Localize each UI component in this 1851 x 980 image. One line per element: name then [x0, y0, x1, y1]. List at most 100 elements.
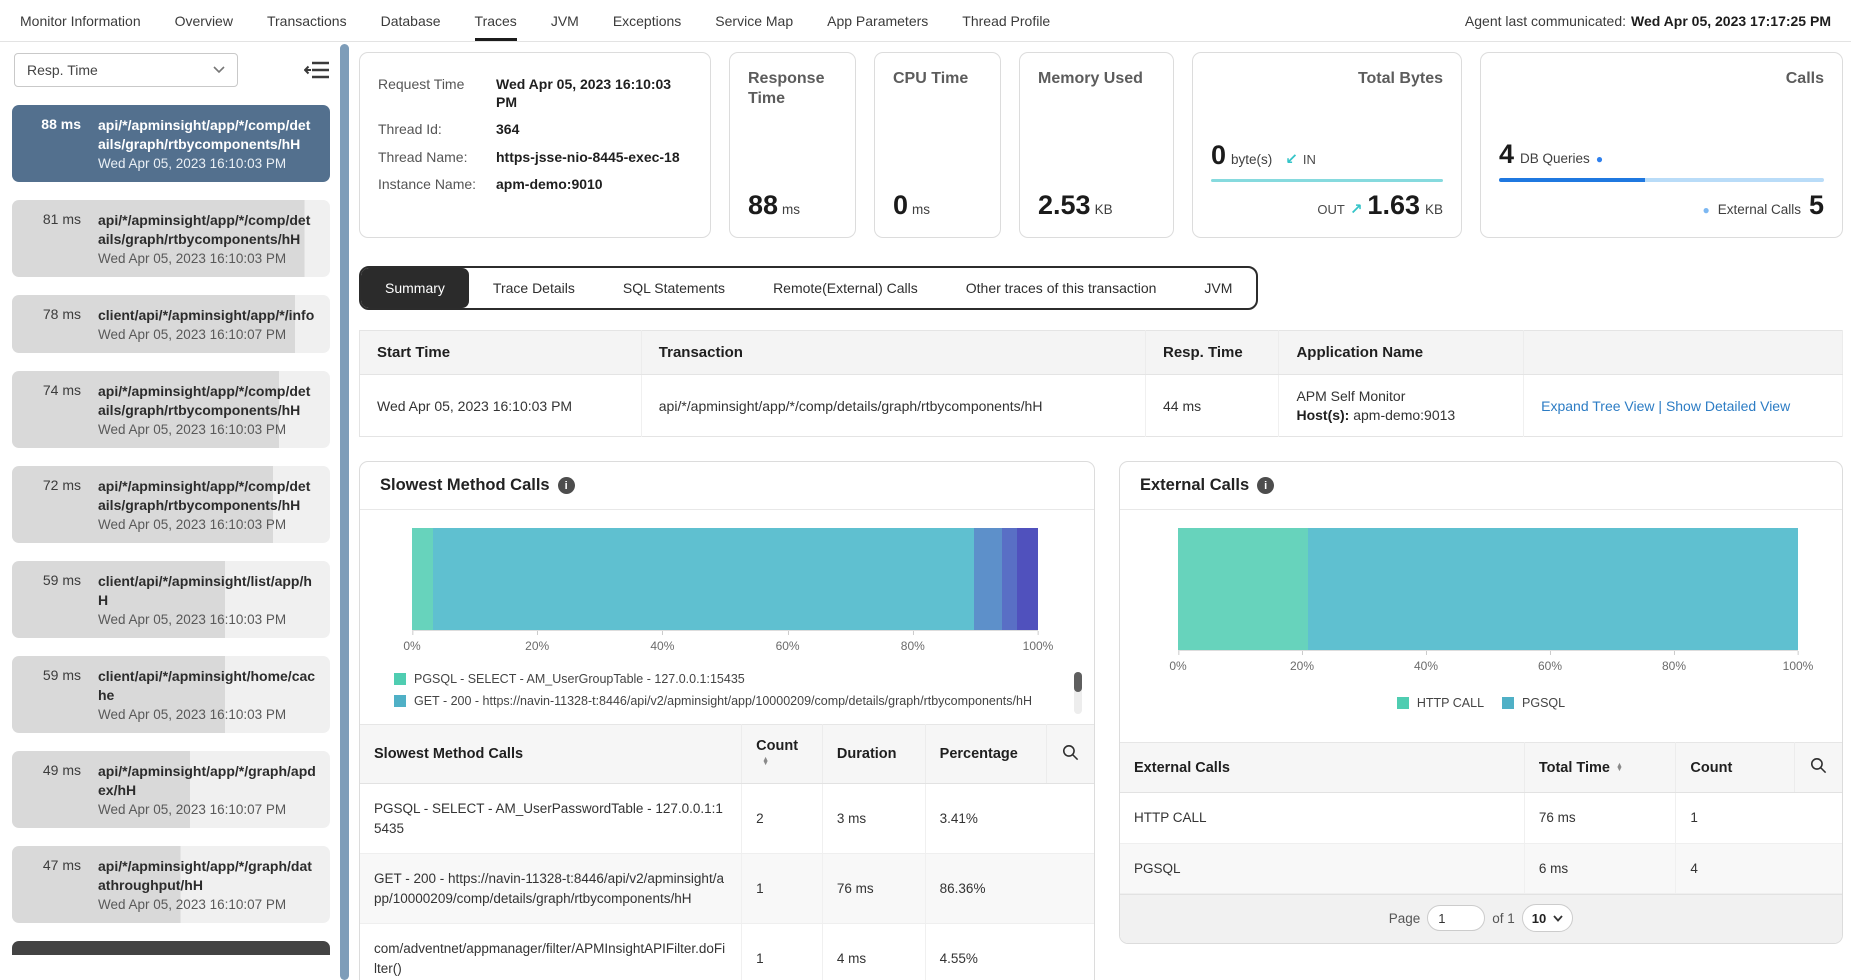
method-count: 1 [742, 924, 823, 980]
legend-scrollbar-thumb[interactable] [1074, 672, 1082, 692]
tab[interactable]: JVM [1180, 268, 1256, 308]
collapse-panel-icon [304, 60, 330, 80]
slowest-method-calls-table: Slowest Method Calls Count Duration Perc… [360, 724, 1094, 980]
trace-list-item[interactable]: 88 ms api/*/apminsight/app/*/comp/detail… [12, 105, 330, 182]
sort-by-dropdown[interactable]: Resp. Time [14, 53, 238, 87]
tab[interactable]: Trace Details [469, 268, 599, 308]
cpu-time-card: CPU Time 0 ms [874, 52, 1001, 238]
col-header-transaction: Transaction [641, 331, 1145, 375]
legend-swatch [1502, 697, 1514, 709]
chart-segment[interactable] [1308, 528, 1798, 650]
host-value: apm-demo:9013 [1353, 407, 1455, 423]
nav-item[interactable]: Exceptions [613, 0, 681, 41]
tab[interactable]: Other traces of this transaction [942, 268, 1181, 308]
trace-list-item[interactable]: 74 ms api/*/apminsight/app/*/comp/detail… [12, 371, 330, 448]
method-duration: 76 ms [822, 854, 925, 924]
info-icon[interactable] [558, 477, 575, 494]
tab[interactable]: Remote(External) Calls [749, 268, 942, 308]
axis-tick-label: 0% [403, 639, 420, 653]
page-number-input[interactable] [1427, 905, 1485, 931]
sort-icon[interactable] [762, 758, 769, 766]
axis-tick-label: 80% [901, 639, 925, 653]
method-call-row[interactable]: GET - 200 - https://navin-11328-t:8446/a… [360, 854, 1094, 924]
show-detailed-view-link[interactable]: Show Detailed View [1666, 398, 1790, 414]
trace-list-item[interactable]: 49 ms api/*/apminsight/app/*/graph/apdex… [12, 751, 330, 828]
slowest-method-calls-chart: 0%20%40%60%80%100% [360, 510, 1094, 656]
method-count: 2 [742, 784, 823, 854]
col-header-count[interactable]: Count [742, 725, 823, 784]
page-size-select[interactable]: 10 [1522, 904, 1573, 932]
col-header-total-time[interactable]: Total Time [1524, 743, 1676, 793]
request-info-label: Request Time [378, 75, 496, 111]
legend-label: PGSQL [1522, 696, 1565, 710]
trace-list-sidebar: Resp. Time 88 ms api/*/apminsight/app/ [0, 42, 340, 980]
trace-transaction-path: client/api/*/apminsight/home/cache [98, 668, 315, 703]
sort-icon[interactable] [1616, 764, 1623, 772]
card-title: CPU Time [893, 69, 982, 89]
method-count: 1 [742, 854, 823, 924]
axis-tick-label: 40% [1414, 659, 1438, 673]
bytes-divider [1211, 179, 1443, 182]
col-header-count: Count [1676, 743, 1795, 793]
nav-item[interactable]: Monitor Information [20, 0, 141, 41]
chart-x-axis: 0%20%40%60%80%100% [412, 630, 1038, 656]
trace-list-item[interactable]: 59 ms client/api/*/apminsight/home/cache… [12, 656, 330, 733]
page-size-value: 10 [1532, 911, 1546, 926]
request-info-label: Instance Name: [378, 175, 496, 193]
table-search-button[interactable] [1047, 725, 1095, 784]
bytes-in-value: 0 [1211, 140, 1226, 171]
trace-transaction-path: api/*/apminsight/app/*/comp/details/grap… [98, 478, 310, 513]
chart-segment[interactable] [1017, 528, 1038, 630]
axis-tick-label: 80% [1662, 659, 1686, 673]
chart-segment[interactable] [1178, 528, 1308, 650]
trace-list-item[interactable]: 47 ms api/*/apminsight/app/*/graph/datat… [12, 846, 330, 923]
chart-segment[interactable] [1002, 528, 1016, 630]
table-search-button[interactable] [1795, 743, 1843, 793]
axis-tick-label: 60% [1538, 659, 1562, 673]
trace-list-item[interactable]: 81 ms api/*/apminsight/app/*/comp/detail… [12, 200, 330, 277]
trace-list-item[interactable]: 72 ms api/*/apminsight/app/*/comp/detail… [12, 466, 330, 543]
col-header-start-time: Start Time [360, 331, 642, 375]
nav-item[interactable]: Database [381, 0, 441, 41]
nav-item[interactable]: Service Map [715, 0, 793, 41]
trace-transaction-path: client/api/*/apminsight/app/*/info [98, 307, 314, 323]
tab[interactable]: Summary [361, 268, 469, 308]
nav-item[interactable]: Overview [175, 0, 233, 41]
nav-item[interactable]: JVM [551, 0, 579, 41]
method-percentage: 3.41% [925, 784, 1094, 854]
chart-segment[interactable] [433, 528, 974, 630]
external-calls-panel: External Calls 0%20%40%60%80%100% HTTP C… [1119, 461, 1843, 944]
trace-timestamp: Wed Apr 05, 2023 16:10:03 PM [98, 707, 318, 722]
external-call-row[interactable]: PGSQL 6 ms 4 [1120, 843, 1842, 894]
chart-segment[interactable] [412, 528, 433, 630]
trace-list-item[interactable]: 59 ms client/api/*/apminsight/list/app/h… [12, 561, 330, 638]
col-header-method: Slowest Method Calls [360, 725, 742, 784]
trace-list-item[interactable]: 78 ms client/api/*/apminsight/app/*/info… [12, 295, 330, 353]
method-call-row[interactable]: PGSQL - SELECT - AM_UserPasswordTable - … [360, 784, 1094, 854]
trace-transaction-path: api/*/apminsight/app/*/graph/apdex/hH [98, 763, 316, 798]
trace-list-item-partial[interactable] [12, 941, 330, 955]
trace-response-time: 47 ms [12, 857, 98, 912]
expand-tree-view-link[interactable]: Expand Tree View [1541, 398, 1654, 414]
info-icon[interactable] [1257, 477, 1274, 494]
trace-response-time: 72 ms [12, 477, 98, 532]
axis-tick-label: 100% [1023, 639, 1054, 653]
axis-tick-label: 20% [525, 639, 549, 653]
sidebar-scrollbar[interactable] [340, 44, 349, 980]
legend-swatch [1397, 697, 1409, 709]
card-title: Response Time [748, 69, 837, 109]
tab[interactable]: SQL Statements [599, 268, 749, 308]
chart-segment[interactable] [974, 528, 1002, 630]
nav-item[interactable]: App Parameters [827, 0, 928, 41]
trace-transaction-path: api/*/apminsight/app/*/graph/datathrough… [98, 858, 312, 893]
request-info-row: Request Time Wed Apr 05, 2023 16:10:03 P… [378, 75, 692, 111]
external-calls-dot-icon [1702, 201, 1709, 219]
nav-item[interactable]: Thread Profile [962, 0, 1050, 41]
nav-item[interactable]: Transactions [267, 0, 347, 41]
agent-label: Agent last communicated: [1465, 13, 1626, 29]
collapse-sidebar-button[interactable] [304, 60, 330, 80]
legend-scrollbar[interactable] [1074, 672, 1082, 714]
nav-item[interactable]: Traces [475, 0, 517, 41]
external-call-row[interactable]: HTTP CALL 76 ms 1 [1120, 793, 1842, 844]
method-call-row[interactable]: com/adventnet/appmanager/filter/APMInsig… [360, 924, 1094, 980]
